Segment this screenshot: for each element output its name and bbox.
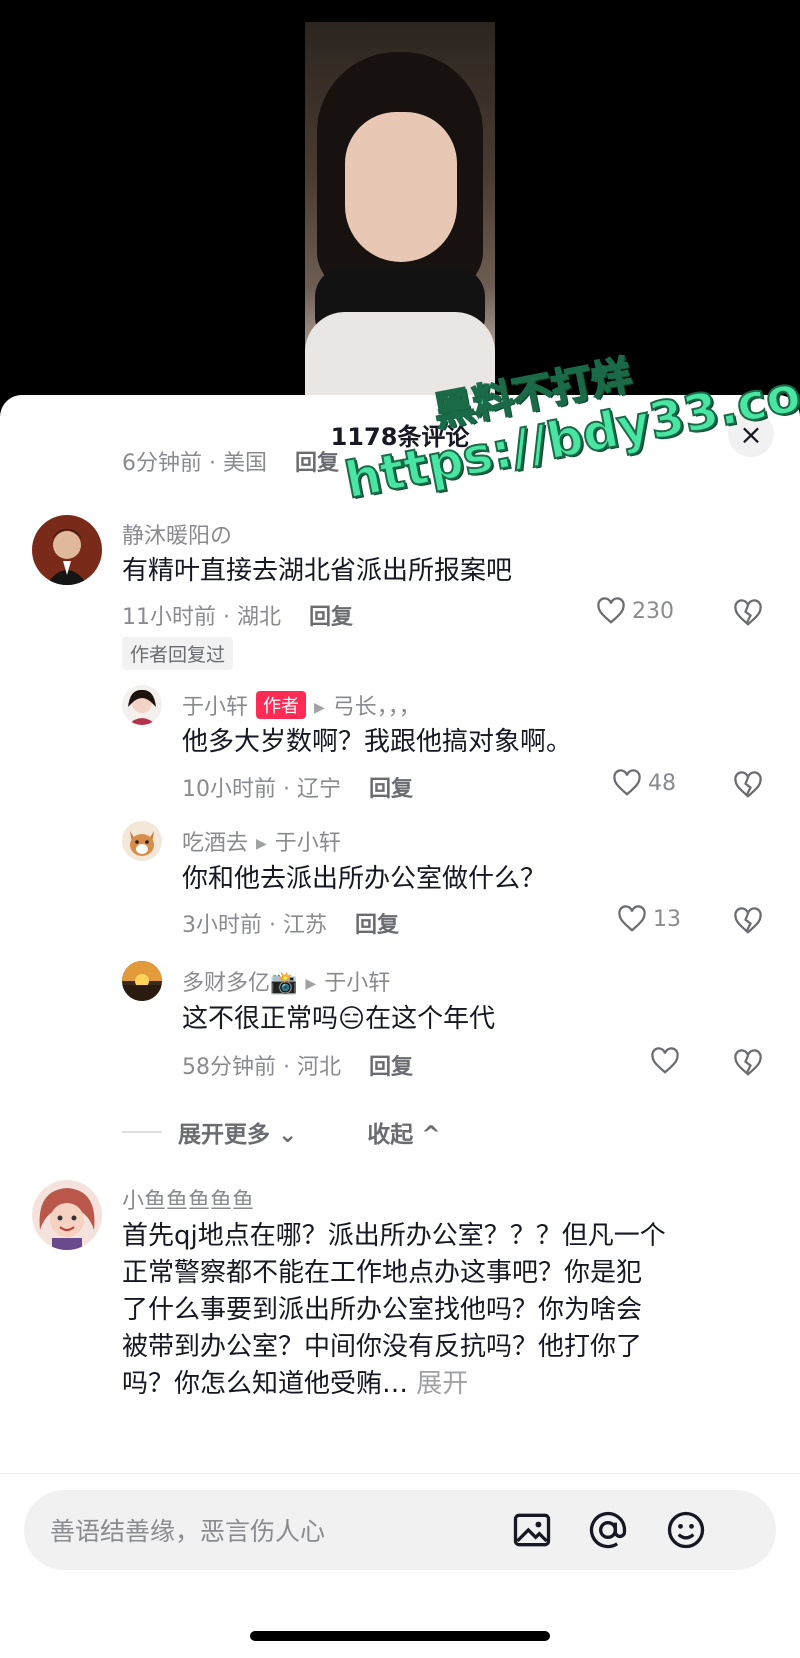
divider <box>0 1473 800 1474</box>
chevron-up-icon: ^ <box>421 1122 441 1148</box>
video-frame <box>305 22 495 400</box>
reply-header: 多财多亿📸 ▶ 于小轩 <box>182 965 390 997</box>
heart-icon <box>613 769 641 796</box>
reply-text: 你和他去派出所办公室做什么？ <box>182 864 547 894</box>
like-button[interactable] <box>650 1047 686 1075</box>
comment-time: 11小时前 · 湖北 <box>122 605 281 630</box>
broken-heart-icon[interactable] <box>733 906 763 936</box>
comment-line: 被带到办公室？中间你没有反抗吗？他打你了 <box>122 1332 643 1362</box>
reply-button[interactable]: 回复 <box>355 913 399 938</box>
reply-text: 这不很正常吗😑在这个年代 <box>182 1001 495 1037</box>
like-button[interactable]: 48 <box>612 769 676 797</box>
comment-username[interactable]: 小鱼鱼鱼鱼鱼 <box>122 1183 254 1215</box>
play-arrow-icon: ▶ <box>305 976 317 992</box>
close-icon: × <box>739 417 763 451</box>
comment-count-title: 1178条评论 <box>330 423 470 451</box>
avatar[interactable] <box>122 821 162 861</box>
like-count: 48 <box>648 770 676 796</box>
comment-line: 首先qj地点在哪？派出所办公室？？？但凡一个 <box>122 1221 666 1251</box>
prev-comment-meta: 6分钟前 · 美国 回复 <box>122 445 339 477</box>
comment-input[interactable]: 善语结善缘，恶言伤人心 <box>24 1490 776 1570</box>
close-button[interactable]: × <box>728 411 774 457</box>
video-player[interactable] <box>0 0 800 400</box>
comment-line: 正常警察都不能在工作地点办这事吧？你是犯 <box>122 1258 643 1288</box>
reply-username[interactable]: 多财多亿📸 <box>182 971 297 996</box>
reply-button[interactable]: 回复 <box>369 1055 413 1080</box>
collapse-label: 收起 <box>367 1122 414 1148</box>
comment-text: 首先qj地点在哪？派出所办公室？？？但凡一个 正常警察都不能在工作地点办这事吧？… <box>122 1218 772 1403</box>
broken-heart-icon[interactable] <box>733 770 763 800</box>
home-indicator <box>250 1631 550 1641</box>
reply-time: 10小时前 · 辽宁 <box>182 777 341 802</box>
heart-icon <box>597 597 625 624</box>
reply-text-part: 这不很正常吗 <box>182 1004 339 1034</box>
broken-heart-icon[interactable] <box>733 1048 763 1078</box>
at-mention-icon[interactable] <box>586 1508 630 1552</box>
author-replied-tag: 作者回复过 <box>122 637 234 670</box>
like-count: 13 <box>653 906 681 932</box>
like-button[interactable]: 230 <box>596 597 674 625</box>
like-button[interactable]: 13 <box>617 905 681 933</box>
author-badge: 作者 <box>256 691 307 719</box>
play-arrow-icon: ▶ <box>256 836 267 852</box>
comment-text: 有精叶直接去湖北省派出所报案吧 <box>122 556 513 586</box>
reply-text-part: 在这个年代 <box>365 1004 496 1034</box>
expand-text-link[interactable]: 展开 <box>416 1369 468 1399</box>
reply-meta: 10小时前 · 辽宁 回复 <box>182 771 413 803</box>
collapse-button[interactable]: 收起 ^ <box>367 1115 440 1149</box>
prev-reply-button[interactable]: 回复 <box>295 451 339 476</box>
avatar[interactable] <box>32 1180 102 1250</box>
reply-meta: 3小时前 · 江苏 回复 <box>182 907 399 939</box>
reply-time: 3小时前 · 江苏 <box>182 913 327 938</box>
avatar[interactable] <box>122 685 162 725</box>
reply-button[interactable]: 回复 <box>309 605 353 630</box>
reply-to-username[interactable]: 于小轩 <box>275 831 341 856</box>
like-count: 230 <box>632 598 674 624</box>
reply-to-username[interactable]: 弓长，，， <box>333 695 421 720</box>
heart-icon <box>618 905 646 932</box>
broken-heart-icon[interactable] <box>733 598 763 628</box>
reply-meta: 58分钟前 · 河北 回复 <box>182 1049 413 1081</box>
comment-username[interactable]: 静沐暖阳の <box>122 518 232 550</box>
avatar[interactable] <box>32 515 102 585</box>
heart-icon <box>651 1047 679 1074</box>
expand-more-label: 展开更多 <box>178 1122 270 1148</box>
play-arrow-icon: ▶ <box>314 700 325 716</box>
prev-comment-time: 6分钟前 · 美国 <box>122 451 267 476</box>
chevron-down-icon: ⌄ <box>278 1122 298 1148</box>
reply-username[interactable]: 吃酒去 <box>182 831 248 856</box>
divider <box>122 1131 162 1133</box>
reply-to-username[interactable]: 于小轩 <box>324 971 390 996</box>
reply-header: 吃酒去 ▶ 于小轩 <box>182 825 341 857</box>
emoji: 😑 <box>338 1004 366 1034</box>
comment-line: 了什么事要到派出所办公室找他吗？你为啥会 <box>122 1295 643 1325</box>
reply-text: 他多大岁数啊？我跟他搞对象啊。 <box>182 727 573 757</box>
comment-sheet: 1178条评论 × 6分钟前 · 美国 回复 静沐暖阳の 有精叶直接去湖北省派出所… <box>0 395 800 1658</box>
reply-button[interactable]: 回复 <box>369 777 413 802</box>
reply-username[interactable]: 于小轩 <box>182 695 248 720</box>
emoji-icon[interactable] <box>664 1508 708 1552</box>
expand-row: 展开更多 ⌄ 收起 ^ <box>122 1115 441 1149</box>
expand-more-button[interactable]: 展开更多 ⌄ <box>178 1115 297 1149</box>
comment-line: 吗？你怎么知道他受贿… <box>122 1369 409 1399</box>
comment-meta: 11小时前 · 湖北 回复 <box>122 599 353 631</box>
comment-input-placeholder: 善语结善缘，恶言伤人心 <box>50 1517 326 1546</box>
reply-header: 于小轩 作者 ▶ 弓长，，， <box>182 689 421 721</box>
avatar[interactable] <box>122 961 162 1001</box>
image-icon[interactable] <box>510 1508 554 1552</box>
reply-time: 58分钟前 · 河北 <box>182 1055 341 1080</box>
